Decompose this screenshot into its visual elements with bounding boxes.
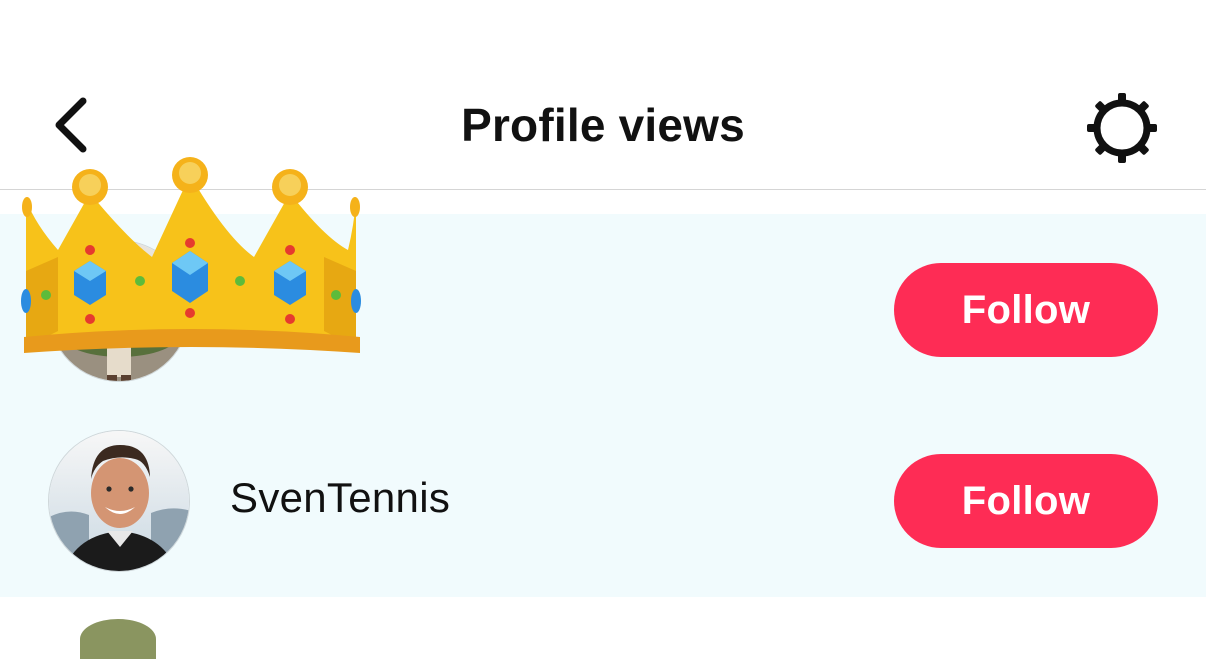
list-item[interactable] xyxy=(0,597,1206,659)
username[interactable]: SvenTennis xyxy=(230,472,450,524)
follow-button[interactable]: Follow xyxy=(894,454,1158,548)
follow-button[interactable]: Follow xyxy=(894,263,1158,357)
page-title: Profile views xyxy=(461,99,745,151)
list-item[interactable]: SvenTennis Follow xyxy=(0,406,1206,596)
settings-button[interactable] xyxy=(1082,88,1162,168)
crown-sticker xyxy=(21,157,361,353)
avatar[interactable] xyxy=(48,430,190,572)
gear-icon xyxy=(1087,93,1157,163)
avatar[interactable] xyxy=(80,619,156,659)
